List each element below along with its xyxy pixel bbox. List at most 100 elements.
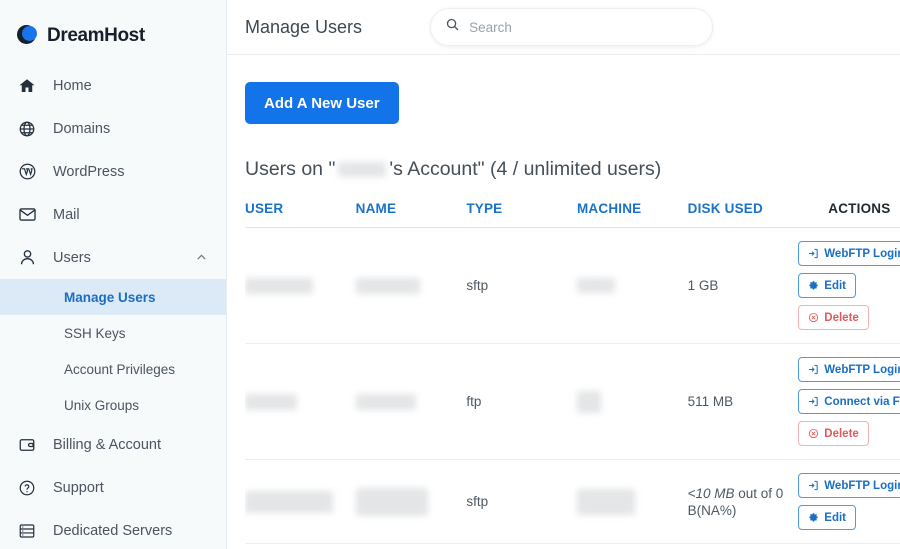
gear-icon: [808, 512, 819, 523]
button-label: WebFTP Login: [824, 363, 900, 376]
cell-type: sftp: [466, 459, 577, 544]
sidebar-subitem-label: Unix Groups: [64, 397, 140, 413]
sidebar-item-ssh-keys[interactable]: SSH Keys: [0, 315, 226, 351]
cell-actions: WebFTP Login Edit: [798, 543, 900, 549]
cell-disk-used: 1 GB: [687, 227, 799, 344]
button-label: Edit: [824, 279, 847, 292]
page-content: Add A New User Users on " 's Account" (4…: [227, 55, 900, 549]
cell-user: [245, 227, 356, 344]
button-label: WebFTP Login: [824, 479, 900, 492]
gear-icon: [808, 280, 819, 291]
column-header-machine[interactable]: MACHINE: [576, 201, 688, 228]
main-content: Manage Users Add A New User Users on " '…: [227, 0, 900, 549]
column-header-type[interactable]: TYPE: [466, 201, 577, 228]
sidebar-item-label: Support: [53, 479, 104, 496]
search-input[interactable]: [469, 19, 699, 35]
webftp-login-button[interactable]: WebFTP Login: [798, 241, 900, 266]
table-row: ftp 511 MB WebFTP Login Connect via F De…: [245, 343, 900, 460]
sidebar-item-dedicated-servers[interactable]: Dedicated Servers: [0, 509, 226, 549]
cell-name: [355, 459, 467, 544]
button-label: Delete: [824, 311, 859, 324]
table-row: sftp <10 MB out of 0 B(NA%): [245, 459, 900, 544]
connect-via-ftp-button[interactable]: Connect via FTP: [798, 389, 900, 414]
button-label: Delete: [824, 427, 859, 440]
login-icon: [808, 248, 819, 259]
sidebar-item-billing-account[interactable]: Billing & Account: [0, 423, 226, 466]
cell-disk-used: <10 MB out of 0 B(NA%): [687, 459, 799, 544]
sidebar-subitem-label: SSH Keys: [64, 325, 126, 341]
users-table: USER NAME TYPE MACHINE DISK USED ACTIONS: [245, 201, 900, 549]
sidebar-item-label: Home: [53, 77, 92, 94]
machine-redaction: [576, 390, 601, 413]
login-icon: [808, 364, 819, 375]
cell-user: [245, 343, 356, 460]
login-icon: [808, 396, 819, 407]
cell-actions: WebFTP Login Connect via FTP: [798, 343, 900, 460]
delete-button[interactable]: Delete: [798, 305, 869, 330]
column-header-name[interactable]: NAME: [355, 201, 467, 228]
column-header-user[interactable]: USER: [245, 201, 356, 228]
cell-actions: WebFTP Login Edit: [798, 459, 900, 544]
table-row: sftp 1 GB WebFTP Login Edit Delete: [245, 227, 900, 344]
cell-name: [355, 343, 467, 460]
button-label: Edit: [824, 511, 847, 524]
users-table-scroll: USER NAME TYPE MACHINE DISK USED ACTIONS: [245, 181, 900, 549]
name-redaction: [355, 277, 420, 294]
sidebar-item-label: Domains: [53, 120, 111, 137]
sidebar-item-label: Users: [53, 249, 91, 266]
cell-name: [355, 543, 467, 549]
user-icon: [17, 248, 37, 268]
sidebar-item-users[interactable]: Users: [0, 236, 226, 279]
brand-logo[interactable]: DreamHost: [0, 0, 226, 54]
disk-used-value: <10 MB: [687, 485, 735, 501]
table-header-row: USER NAME TYPE MACHINE DISK USED ACTIONS: [245, 201, 900, 228]
account-name-redaction: [338, 162, 387, 177]
users-heading-prefix: Users on ": [245, 158, 336, 180]
users-heading-suffix: 's Account" (4 / unlimited users): [389, 158, 662, 180]
edit-button[interactable]: Edit: [798, 505, 857, 530]
page-title: Manage Users: [245, 16, 363, 37]
sidebar-item-account-privileges[interactable]: Account Privileges: [0, 351, 226, 387]
cell-type: ftp: [466, 343, 577, 460]
sidebar-nav: Home Domains WordPress Mail Users Manage…: [0, 64, 226, 549]
search-box[interactable]: [430, 8, 714, 46]
cell-type: sftp: [466, 227, 577, 344]
sidebar-item-domains[interactable]: Domains: [0, 107, 226, 150]
delete-button[interactable]: Delete: [798, 421, 869, 446]
dreamhost-logo-icon: [17, 25, 38, 46]
sidebar-item-support[interactable]: Support: [0, 466, 226, 509]
cell-machine: [576, 543, 688, 549]
machine-redaction: [576, 488, 635, 515]
sidebar-item-home[interactable]: Home: [0, 64, 226, 107]
sidebar-subitem-label: Manage Users: [64, 289, 156, 305]
webftp-login-button[interactable]: WebFTP Login: [798, 473, 900, 498]
name-redaction: [355, 487, 428, 516]
column-header-disk-used[interactable]: DISK USED: [687, 201, 799, 228]
sidebar-item-unix-groups[interactable]: Unix Groups: [0, 387, 226, 423]
button-label: Connect via FTP: [824, 395, 900, 408]
user-redaction: [245, 490, 333, 513]
brand-name: DreamHost: [47, 24, 145, 46]
question-circle-icon: [17, 478, 37, 498]
login-icon: [808, 480, 819, 491]
sidebar-item-mail[interactable]: Mail: [0, 193, 226, 236]
cell-disk-used: 511 MB: [687, 343, 799, 460]
cell-machine: [576, 343, 688, 460]
column-header-actions: ACTIONS: [798, 201, 900, 228]
add-user-button[interactable]: Add A New User: [245, 82, 399, 124]
wallet-icon: [17, 435, 37, 455]
cell-name: [355, 227, 467, 344]
cell-disk-used: <10 MB out of 0 B(NA%): [687, 543, 799, 549]
app-root: DreamHost Home Domains WordPress Mail Us…: [0, 0, 900, 549]
name-redaction: [355, 393, 416, 410]
top-bar: Manage Users: [227, 0, 900, 55]
webftp-login-button[interactable]: WebFTP Login: [798, 357, 900, 382]
delete-circle-icon: [808, 312, 819, 323]
chevron-up-icon[interactable]: [195, 251, 208, 264]
sidebar-item-wordpress[interactable]: WordPress: [0, 150, 226, 193]
mail-icon: [17, 205, 37, 225]
edit-button[interactable]: Edit: [798, 273, 857, 298]
cell-user: [245, 543, 356, 549]
sidebar-item-manage-users[interactable]: Manage Users: [0, 279, 226, 315]
sidebar-item-label: Billing & Account: [53, 436, 162, 453]
